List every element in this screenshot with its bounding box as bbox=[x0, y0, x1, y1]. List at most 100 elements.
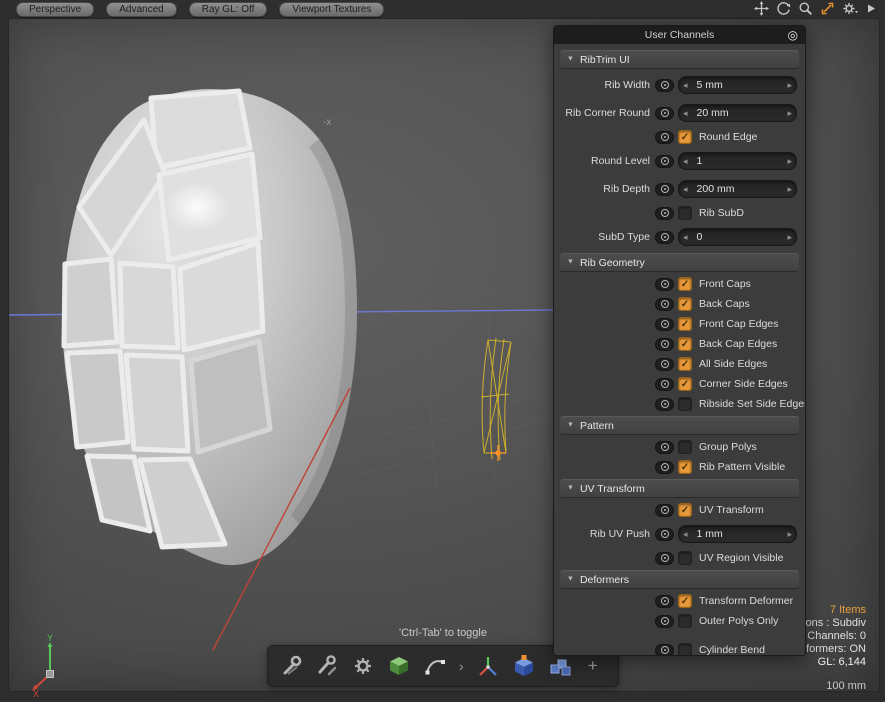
pan-icon[interactable] bbox=[754, 1, 769, 16]
maximize-icon[interactable] bbox=[820, 1, 835, 16]
checkbox-group-polys[interactable] bbox=[678, 440, 692, 454]
channel-row-all-side-edges: ✓All Side Edges bbox=[560, 354, 799, 374]
section-header-uv-transform[interactable]: ▼UV Transform bbox=[560, 479, 799, 498]
channel-connect-button[interactable] bbox=[655, 131, 674, 144]
channel-row-subd-type: SubD Type◂0▸ bbox=[560, 223, 799, 251]
channel-connect-button[interactable] bbox=[655, 461, 674, 474]
panel-title-bar[interactable]: User Channels ◎ bbox=[554, 26, 805, 44]
value-minislider-rib-width[interactable]: ◂5 mm▸ bbox=[678, 76, 797, 94]
channel-connect-button[interactable] bbox=[655, 298, 674, 311]
increment-arrow-icon[interactable]: ▸ bbox=[783, 80, 796, 91]
channel-connect-button[interactable] bbox=[655, 338, 674, 351]
value-minislider-round-level[interactable]: ◂1▸ bbox=[678, 152, 797, 170]
channel-connect-button[interactable] bbox=[655, 358, 674, 371]
channel-connect-button[interactable] bbox=[655, 231, 674, 244]
value-minislider-rib-corner-round[interactable]: ◂20 mm▸ bbox=[678, 104, 797, 122]
checkbox-outer-polys-only[interactable] bbox=[678, 614, 692, 628]
checkbox-back-caps[interactable]: ✓ bbox=[678, 297, 692, 311]
channel-value[interactable]: 20 mm bbox=[692, 107, 784, 119]
checkbox-all-side-edges[interactable]: ✓ bbox=[678, 357, 692, 371]
decrement-arrow-icon[interactable]: ◂ bbox=[679, 232, 692, 243]
user-channels-panel: User Channels ◎ ▼RibTrim UIRib Width◂5 m… bbox=[553, 25, 806, 656]
panel-arrow-icon[interactable] bbox=[865, 1, 877, 16]
checkbox-uv-region-visible[interactable] bbox=[678, 551, 692, 565]
channel-connect-button[interactable] bbox=[655, 595, 674, 608]
chevron-separator-icon[interactable]: › bbox=[458, 658, 465, 674]
checkbox-corner-side-edges[interactable]: ✓ bbox=[678, 377, 692, 391]
tool-cube-green-icon[interactable] bbox=[386, 653, 412, 679]
perspective-button[interactable]: Perspective bbox=[16, 2, 94, 17]
add-tool-button[interactable]: + bbox=[583, 656, 603, 676]
decrement-arrow-icon[interactable]: ◂ bbox=[679, 184, 692, 195]
channel-label: Front Caps bbox=[699, 278, 751, 290]
channel-value[interactable]: 1 bbox=[692, 155, 784, 167]
checkbox-transform-deformer[interactable]: ✓ bbox=[678, 594, 692, 608]
checkbox-front-caps[interactable]: ✓ bbox=[678, 277, 692, 291]
channel-value[interactable]: 0 bbox=[692, 231, 784, 243]
channel-connect-button[interactable] bbox=[655, 644, 674, 656]
advanced-button[interactable]: Advanced bbox=[106, 2, 176, 17]
orbit-icon[interactable] bbox=[776, 1, 791, 16]
checkbox-rib-subd[interactable] bbox=[678, 206, 692, 220]
checkbox-rib-pattern-visible[interactable]: ✓ bbox=[678, 460, 692, 474]
increment-arrow-icon[interactable]: ▸ bbox=[783, 156, 796, 167]
channel-label: Corner Side Edges bbox=[699, 378, 788, 390]
decrement-arrow-icon[interactable]: ◂ bbox=[679, 156, 692, 167]
tool-curve-icon[interactable] bbox=[422, 653, 448, 679]
tool-gear-icon[interactable] bbox=[350, 653, 376, 679]
channel-row-front-cap-edges: ✓Front Cap Edges bbox=[560, 314, 799, 334]
channel-connect-button[interactable] bbox=[655, 378, 674, 391]
channel-connect-button[interactable] bbox=[655, 528, 674, 541]
channel-connect-button[interactable] bbox=[655, 207, 674, 220]
panel-title: User Channels bbox=[645, 29, 714, 41]
increment-arrow-icon[interactable]: ▸ bbox=[783, 529, 796, 540]
tool-wrench-b-icon[interactable] bbox=[314, 653, 340, 679]
value-minislider-rib-depth[interactable]: ◂200 mm▸ bbox=[678, 180, 797, 198]
channel-value[interactable]: 200 mm bbox=[692, 183, 784, 195]
checkbox-front-cap-edges[interactable]: ✓ bbox=[678, 317, 692, 331]
tool-axes-icon[interactable] bbox=[475, 653, 501, 679]
decrement-arrow-icon[interactable]: ◂ bbox=[679, 108, 692, 119]
section-header-rib-geometry[interactable]: ▼Rib Geometry bbox=[560, 253, 799, 272]
channel-label: Rib Pattern Visible bbox=[699, 461, 785, 473]
checkbox-back-cap-edges[interactable]: ✓ bbox=[678, 337, 692, 351]
channel-connect-button[interactable] bbox=[655, 107, 674, 120]
channel-connect-button[interactable] bbox=[655, 318, 674, 331]
wireframe-cage[interactable] bbox=[481, 338, 511, 460]
value-minislider-rib-uv-push[interactable]: ◂1 mm▸ bbox=[678, 525, 797, 543]
value-minislider-subd-type[interactable]: ◂0▸ bbox=[678, 228, 797, 246]
tool-wrench-a-icon[interactable] bbox=[278, 653, 304, 679]
channel-connect-button[interactable] bbox=[655, 398, 674, 411]
ray-gl-button[interactable]: Ray GL: Off bbox=[189, 2, 268, 17]
channel-haul-icon[interactable]: ◎ bbox=[788, 27, 798, 43]
channel-connect-button[interactable] bbox=[655, 441, 674, 454]
increment-arrow-icon[interactable]: ▸ bbox=[783, 184, 796, 195]
section-header-deformers[interactable]: ▼Deformers bbox=[560, 570, 799, 589]
decrement-arrow-icon[interactable]: ◂ bbox=[679, 80, 692, 91]
channel-value[interactable]: 5 mm bbox=[692, 79, 784, 91]
channel-connect-button[interactable] bbox=[655, 155, 674, 168]
decrement-arrow-icon[interactable]: ◂ bbox=[679, 529, 692, 540]
channel-connect-button[interactable] bbox=[655, 278, 674, 291]
channel-connect-button[interactable] bbox=[655, 183, 674, 196]
channel-label: UV Transform bbox=[699, 504, 764, 516]
tool-array-icon[interactable] bbox=[547, 653, 573, 679]
viewport-textures-button[interactable]: Viewport Textures bbox=[279, 2, 384, 17]
checkbox-round-edge[interactable]: ✓ bbox=[678, 130, 692, 144]
tool-cube-blue-icon[interactable] bbox=[511, 653, 537, 679]
channel-row-outer-polys-only: Outer Polys Only bbox=[560, 611, 799, 631]
channel-value[interactable]: 1 mm bbox=[692, 528, 784, 540]
channel-connect-button[interactable] bbox=[655, 615, 674, 628]
section-header-pattern[interactable]: ▼Pattern bbox=[560, 416, 799, 435]
channel-connect-button[interactable] bbox=[655, 552, 674, 565]
channel-connect-button[interactable] bbox=[655, 79, 674, 92]
settings-gear-icon[interactable] bbox=[842, 1, 858, 16]
checkbox-cylinder-bend[interactable] bbox=[678, 643, 692, 655]
checkbox-uv-transform[interactable]: ✓ bbox=[678, 503, 692, 517]
zoom-icon[interactable] bbox=[798, 1, 813, 16]
channel-connect-button[interactable] bbox=[655, 504, 674, 517]
increment-arrow-icon[interactable]: ▸ bbox=[783, 232, 796, 243]
increment-arrow-icon[interactable]: ▸ bbox=[783, 108, 796, 119]
section-header-ribtrim-ui[interactable]: ▼RibTrim UI bbox=[560, 50, 799, 69]
checkbox-ribside-set-side-edges[interactable] bbox=[678, 397, 692, 411]
